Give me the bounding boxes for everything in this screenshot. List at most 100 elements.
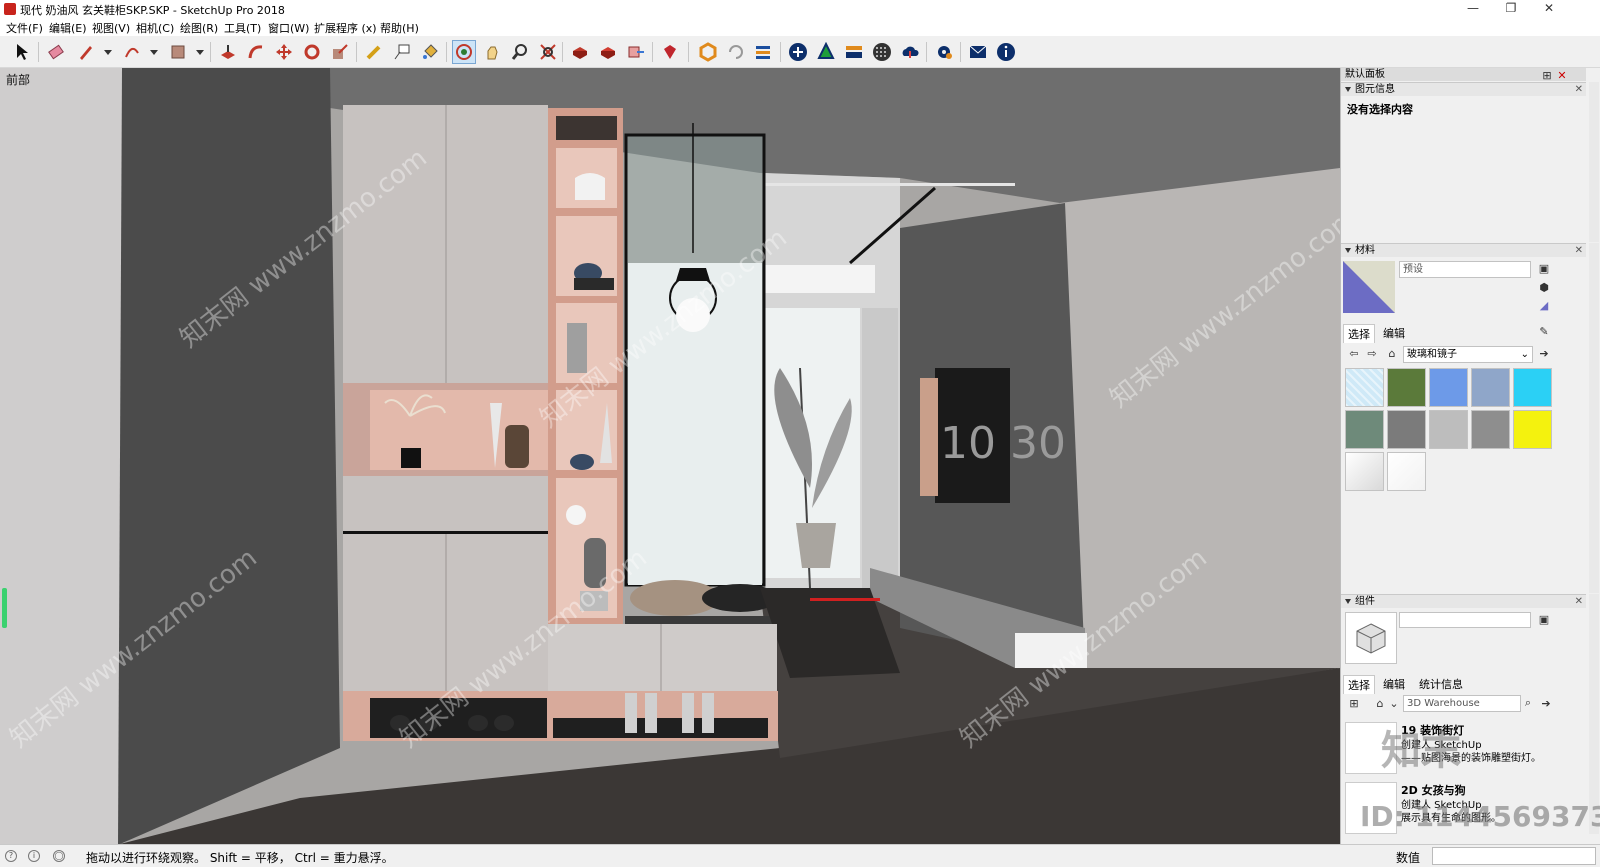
search-icon[interactable]: ⌕	[1521, 696, 1535, 710]
paint-bucket-tool-icon[interactable]	[418, 40, 442, 64]
material-library-select[interactable]: 玻璃和镜子 ⌄	[1403, 346, 1533, 363]
arc-tool-icon[interactable]	[120, 40, 144, 64]
menu-draw[interactable]: 绘图(R)	[180, 20, 218, 36]
user-account-icon[interactable]: ◯	[53, 850, 65, 862]
close-button[interactable]: ✕	[1532, 0, 1566, 19]
pin-icon[interactable]: ⊞	[1540, 68, 1554, 82]
geolocation-icon[interactable]: ?	[5, 850, 17, 862]
zoom-extents-tool-icon[interactable]	[536, 40, 560, 64]
minimize-button[interactable]: —	[1456, 0, 1490, 19]
details-arrow-icon[interactable]: ➔	[1539, 696, 1553, 710]
pencil-tool-icon[interactable]	[74, 40, 98, 64]
materials-tab-select[interactable]: 选择	[1343, 324, 1375, 343]
pencil-dropdown-chevron-icon[interactable]	[104, 50, 112, 55]
materials-scrollbar[interactable]	[1589, 243, 1599, 593]
orbit-tool-icon[interactable]	[452, 40, 476, 64]
components-tab-select[interactable]: 选择	[1343, 675, 1375, 694]
back-arrow-icon[interactable]: ⇦	[1347, 346, 1361, 360]
menu-extensions[interactable]: 扩展程序 (x)	[314, 20, 377, 36]
scale-tool-icon[interactable]	[328, 40, 352, 64]
menu-edit[interactable]: 编辑(E)	[49, 20, 87, 36]
rotate-tool-icon[interactable]	[300, 40, 324, 64]
menu-view[interactable]: 视图(V)	[92, 20, 130, 36]
materials-header[interactable]: 材料 ✕	[1341, 243, 1586, 257]
checker-icon[interactable]	[870, 40, 894, 64]
home-icon[interactable]: ⌂	[1385, 346, 1399, 360]
panel-close-icon[interactable]: ✕	[1575, 244, 1583, 257]
material-swatch[interactable]	[1387, 452, 1426, 491]
view-options-icon[interactable]: ⊞	[1347, 696, 1361, 710]
model-viewport[interactable]: 10 30 前部 知末网 www.znzmo.com 知末网 www.znzmo…	[0, 68, 1340, 844]
components-scrollbar[interactable]	[1589, 594, 1599, 834]
zoom-tool-icon[interactable]	[508, 40, 532, 64]
details-arrow-icon[interactable]: ➔	[1537, 346, 1551, 360]
move-tool-icon[interactable]	[272, 40, 296, 64]
menu-file[interactable]: 文件(F)	[6, 20, 43, 36]
panel-close-icon[interactable]: ✕	[1575, 83, 1583, 96]
material-swatch[interactable]	[1429, 410, 1468, 449]
material-swatch[interactable]	[1345, 452, 1384, 491]
tray-scrollbar[interactable]	[1589, 82, 1599, 242]
components-header[interactable]: 组件 ✕	[1341, 594, 1586, 608]
ruby-console-icon[interactable]	[658, 40, 682, 64]
material-swatch[interactable]	[1387, 410, 1426, 449]
bars-icon[interactable]	[842, 40, 866, 64]
extension-warehouse-icon[interactable]	[596, 40, 620, 64]
material-cube-icon[interactable]: ⬢	[1537, 280, 1551, 294]
material-swatch[interactable]	[1429, 368, 1468, 407]
home-icon[interactable]: ⌂	[1373, 696, 1387, 710]
info-icon[interactable]	[994, 40, 1018, 64]
measurements-input[interactable]	[1432, 847, 1596, 865]
menu-camera[interactable]: 相机(C)	[136, 20, 174, 36]
material-swatch[interactable]	[1471, 368, 1510, 407]
settings-gear-icon[interactable]	[932, 40, 956, 64]
eraser-tool-icon[interactable]	[44, 40, 68, 64]
component-options-icon[interactable]: ▣	[1537, 612, 1551, 626]
panel-close-icon[interactable]: ✕	[1575, 595, 1583, 608]
follow-me-tool-icon[interactable]	[244, 40, 268, 64]
cloud-upload-icon[interactable]	[898, 40, 922, 64]
scene-tab-label[interactable]: 前部	[6, 71, 30, 88]
menu-window[interactable]: 窗口(W)	[268, 20, 309, 36]
restore-button[interactable]: ❐	[1494, 0, 1528, 19]
material-swatch[interactable]	[1387, 368, 1426, 407]
rectangle-tool-icon[interactable]	[166, 40, 190, 64]
components-tab-statistics[interactable]: 统计信息	[1415, 675, 1467, 693]
pan-tool-icon[interactable]	[480, 40, 504, 64]
push-pull-tool-icon[interactable]	[216, 40, 240, 64]
refresh-icon[interactable]	[724, 40, 748, 64]
mail-icon[interactable]	[966, 40, 990, 64]
material-swatch[interactable]	[1345, 368, 1384, 407]
material-swatch[interactable]	[1471, 410, 1510, 449]
text-tool-icon[interactable]	[390, 40, 414, 64]
material-library-value: 玻璃和镜子	[1407, 349, 1457, 360]
menu-tools[interactable]: 工具(T)	[224, 20, 261, 36]
entity-info-header[interactable]: 图元信息 ✕	[1341, 82, 1586, 96]
credits-icon[interactable]: i	[28, 850, 40, 862]
eyedropper-icon[interactable]: ✎	[1537, 324, 1551, 338]
component-search-input[interactable]: 3D Warehouse	[1403, 695, 1521, 712]
tray-close-icon[interactable]: ✕	[1555, 68, 1569, 82]
layers-icon[interactable]	[752, 40, 776, 64]
materials-tab-edit[interactable]: 编辑	[1379, 324, 1409, 342]
3d-warehouse-icon[interactable]	[568, 40, 592, 64]
sketchup-logo-icon[interactable]	[696, 40, 720, 64]
select-tool-icon[interactable]	[10, 40, 34, 64]
tape-measure-tool-icon[interactable]	[362, 40, 386, 64]
component-name-field[interactable]	[1399, 612, 1531, 628]
default-material-icon[interactable]: ◢	[1537, 298, 1551, 312]
forward-arrow-icon[interactable]: ⇨	[1365, 346, 1379, 360]
rectangle-dropdown-chevron-icon[interactable]	[196, 50, 204, 55]
menu-help[interactable]: 帮助(H)	[380, 20, 419, 36]
chevron-down-icon[interactable]: ⌄	[1387, 696, 1401, 710]
send-to-layout-icon[interactable]	[624, 40, 648, 64]
add-icon[interactable]	[786, 40, 810, 64]
arc-dropdown-chevron-icon[interactable]	[150, 50, 158, 55]
tree-icon[interactable]	[814, 40, 838, 64]
components-tab-edit[interactable]: 编辑	[1379, 675, 1409, 693]
material-swatch[interactable]	[1513, 368, 1552, 407]
material-swatch[interactable]	[1513, 410, 1552, 449]
material-swatch[interactable]	[1345, 410, 1384, 449]
create-material-icon[interactable]: ▣	[1537, 261, 1551, 275]
material-name-field[interactable]: 预设	[1399, 261, 1531, 278]
